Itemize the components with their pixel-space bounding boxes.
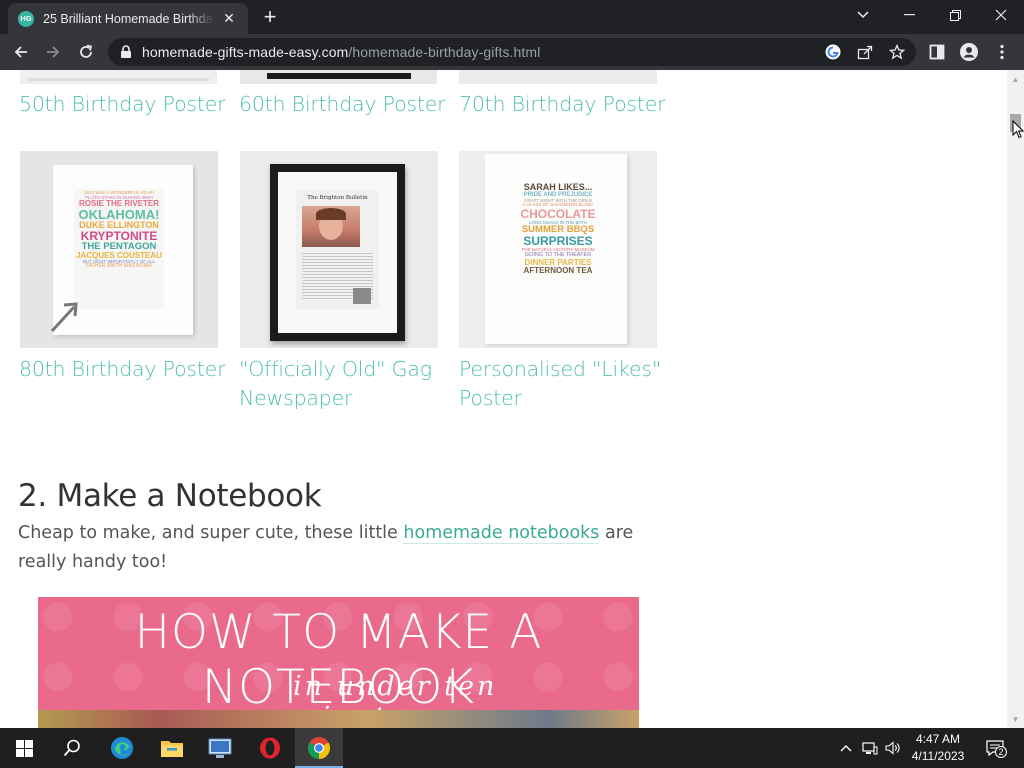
side-panel-icon bbox=[929, 44, 945, 60]
notifications-button[interactable]: 2 bbox=[985, 738, 1007, 758]
url-text: homemade-gifts-made-easy.com/homemade-bi… bbox=[142, 44, 540, 60]
browser-toolbar: homemade-gifts-made-easy.com/homemade-bi… bbox=[0, 34, 1024, 70]
site-favicon-icon: HG bbox=[18, 10, 34, 27]
browser-tab[interactable]: HG 25 Brilliant Homemade Birthday Gifts … bbox=[8, 3, 248, 34]
edge-taskbar-button[interactable] bbox=[98, 728, 146, 768]
search-icon bbox=[63, 739, 80, 757]
clock-time: 4:47 AM bbox=[915, 732, 961, 746]
profile-icon bbox=[960, 43, 978, 61]
poster-70-image[interactable] bbox=[459, 70, 657, 84]
poster-70-link[interactable]: 70th Birthday Poster bbox=[459, 90, 666, 119]
address-bar[interactable]: homemade-gifts-made-easy.com/homemade-bi… bbox=[108, 38, 916, 66]
poster-60-link[interactable]: 60th Birthday Poster bbox=[239, 90, 446, 119]
file-explorer-button[interactable] bbox=[148, 728, 196, 768]
opera-taskbar-button[interactable] bbox=[246, 728, 294, 768]
reload-button[interactable] bbox=[72, 38, 100, 66]
profile-button[interactable] bbox=[955, 38, 983, 66]
newspaper-masthead: The Brighton Bulletin bbox=[307, 195, 368, 201]
scroll-up-arrow-icon[interactable]: ▲ bbox=[1011, 75, 1020, 84]
mouse-cursor-icon bbox=[1012, 120, 1024, 139]
section-heading: 2. Make a Notebook bbox=[18, 478, 322, 514]
likes-poster-caption-line1: Personalised "Likes" bbox=[459, 357, 662, 381]
windows-logo-icon bbox=[15, 739, 33, 757]
chrome-icon bbox=[308, 737, 330, 759]
remote-desktop-button[interactable] bbox=[196, 728, 244, 768]
homemade-notebooks-link[interactable]: homemade notebooks bbox=[403, 523, 600, 544]
side-panel-button[interactable] bbox=[923, 38, 951, 66]
share-icon[interactable] bbox=[856, 43, 874, 61]
kebab-menu-icon bbox=[1000, 44, 1004, 60]
gag-newspaper-caption-line2: Newspaper bbox=[239, 386, 353, 410]
tab-close-icon[interactable]: ✕ bbox=[220, 10, 238, 28]
monitor-icon bbox=[208, 738, 232, 758]
chevron-up-icon bbox=[840, 745, 852, 752]
new-tab-button[interactable]: + bbox=[258, 6, 282, 30]
newspaper-photo bbox=[302, 206, 360, 247]
menu-button[interactable] bbox=[988, 38, 1016, 66]
notification-count-badge: 2 bbox=[995, 746, 1007, 758]
minimize-button[interactable] bbox=[886, 0, 932, 30]
poster-50-link[interactable]: 50th Birthday Poster bbox=[19, 90, 226, 119]
back-button[interactable] bbox=[7, 38, 35, 66]
arrow-left-icon bbox=[14, 46, 27, 58]
pointer-arrow-icon bbox=[50, 302, 78, 333]
tab-strip: HG 25 Brilliant Homemade Birthday Gifts … bbox=[0, 0, 1024, 34]
forward-button[interactable] bbox=[39, 38, 67, 66]
reload-icon bbox=[80, 44, 93, 58]
google-lens-icon[interactable] bbox=[824, 43, 842, 61]
page-scrollbar[interactable]: ▲ ▼ bbox=[1007, 70, 1024, 728]
likes-poster-text: SARAH LIKES... PRIDE AND PREJUDICE CRAFT… bbox=[516, 182, 600, 313]
edge-icon bbox=[111, 737, 133, 759]
scroll-down-arrow-icon[interactable]: ▼ bbox=[1011, 715, 1020, 724]
likes-poster-image[interactable]: SARAH LIKES... PRIDE AND PREJUDICE CRAFT… bbox=[459, 151, 657, 348]
page-viewport: 50th Birthday Poster 60th Birthday Poste… bbox=[0, 70, 1007, 728]
tab-search-button[interactable] bbox=[840, 0, 886, 30]
url-path: /homemade-birthday-gifts.html bbox=[348, 44, 541, 60]
arrow-right-icon bbox=[47, 46, 60, 58]
gag-newspaper-caption-line1: "Officially Old" Gag bbox=[239, 357, 432, 381]
show-hidden-icons-button[interactable] bbox=[838, 740, 854, 756]
opera-icon bbox=[260, 737, 280, 759]
gag-newspaper-link[interactable]: "Officially Old" Gag Newspaper bbox=[239, 355, 432, 413]
network-icon[interactable] bbox=[862, 740, 878, 756]
start-button[interactable] bbox=[0, 728, 48, 768]
likes-poster-caption-line2: Poster bbox=[459, 386, 522, 410]
tab-title: 25 Brilliant Homemade Birthday Gifts bbox=[43, 11, 214, 26]
poster-50-image[interactable] bbox=[20, 70, 217, 84]
url-host: homemade-gifts-made-easy.com bbox=[142, 44, 349, 60]
close-window-button[interactable] bbox=[978, 0, 1024, 30]
notebook-banner-image[interactable]: HOW TO MAKE A NOTEBOOK in under ten minu… bbox=[38, 597, 639, 728]
clock-date: 4/11/2023 bbox=[911, 749, 965, 763]
minimize-icon bbox=[903, 14, 915, 16]
para-text-1: Cheap to make, and super cute, these lit… bbox=[18, 523, 404, 543]
chrome-taskbar-button[interactable] bbox=[295, 728, 343, 768]
folder-icon bbox=[161, 741, 183, 757]
poster-80-link[interactable]: 80th Birthday Poster bbox=[19, 355, 226, 384]
bookmark-star-icon[interactable] bbox=[888, 43, 906, 61]
close-icon bbox=[995, 9, 1007, 21]
taskbar-clock[interactable]: 4:47 AM 4/11/2023 bbox=[906, 731, 970, 765]
poster-60-image[interactable] bbox=[240, 70, 437, 84]
likes-poster-link[interactable]: Personalised "Likes" Poster bbox=[459, 355, 661, 413]
restore-icon bbox=[949, 9, 961, 21]
restore-button[interactable] bbox=[932, 0, 978, 30]
chevron-down-icon bbox=[857, 11, 869, 19]
poster-80-image[interactable]: 1943 WAS A WONDERFUL YEAR! PLUTO STARS I… bbox=[20, 151, 218, 348]
search-button[interactable] bbox=[48, 728, 96, 768]
volume-icon[interactable] bbox=[885, 740, 901, 756]
lock-icon bbox=[121, 45, 131, 58]
poster-80-text: 1943 WAS A WONDERFUL YEAR! PLUTO STARS I… bbox=[74, 189, 164, 309]
section-paragraph: Cheap to make, and super cute, these lit… bbox=[18, 519, 638, 577]
windows-taskbar: 4:47 AM 4/11/2023 2 bbox=[0, 728, 1024, 768]
newspaper-page: The Brighton Bulletin bbox=[296, 191, 379, 309]
gag-newspaper-image[interactable]: The Brighton Bulletin bbox=[240, 151, 438, 348]
